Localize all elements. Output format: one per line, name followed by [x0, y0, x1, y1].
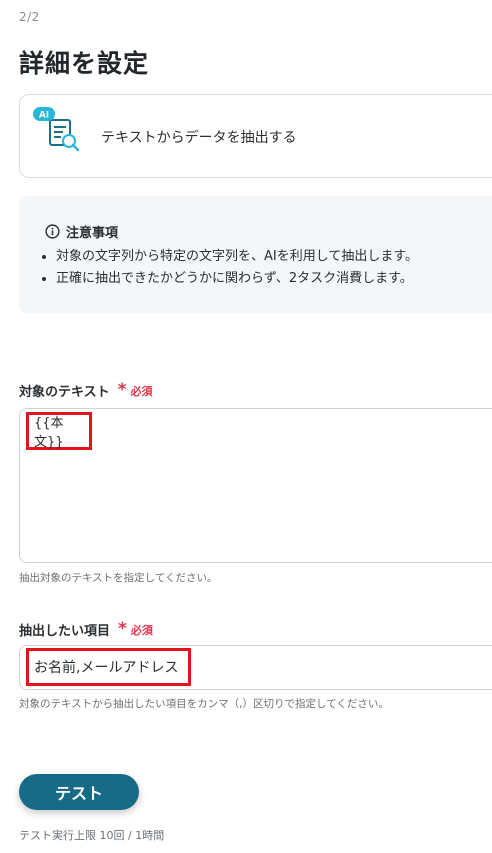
target-text-hint: 抽出対象のテキストを指定してください。: [19, 572, 218, 584]
action-label: テキストからデータを抽出する: [101, 130, 297, 146]
notice-list: 対象の文字列から特定の文字列を、AIを利用して抽出します。 正確に抽出できたかど…: [38, 246, 418, 290]
target-text-label-text: 対象のテキスト: [19, 385, 110, 400]
step-indicator: 2/2: [19, 10, 40, 24]
extract-items-hint: 対象のテキストから抽出したい項目をカンマ（,）区切りで指定してください。: [19, 698, 389, 710]
extract-items-value[interactable]: お名前,メールアドレス: [26, 648, 191, 686]
notice-title: 注意事項: [66, 226, 119, 241]
ai-document-search-icon: AI: [33, 107, 80, 152]
required-star: *: [118, 619, 127, 639]
page-title: 詳細を設定: [19, 49, 150, 78]
notice-item: 正確に抽出できたかどうかに関わらず、2タスク消費します。: [56, 268, 418, 290]
target-text-value[interactable]: {{本文}}: [26, 412, 92, 450]
ai-badge: AI: [39, 111, 49, 121]
target-text-label: 対象のテキスト * 必須: [19, 380, 153, 401]
extract-items-label: 抽出したい項目 * 必須: [19, 619, 153, 640]
required-badge: 必須: [130, 384, 153, 398]
test-button[interactable]: テスト: [19, 774, 139, 810]
test-limit-text: テスト実行上限 10回 / 1時間: [19, 829, 165, 842]
required-star: *: [117, 380, 127, 400]
notice-box: 注意事項 対象の文字列から特定の文字列を、AIを利用して抽出します。 正確に抽出…: [19, 196, 492, 314]
info-icon: [45, 224, 60, 239]
action-card[interactable]: AI テキストからデータを抽出する: [19, 94, 492, 178]
extract-items-label-text: 抽出したい項目: [19, 624, 111, 639]
notice-item: 対象の文字列から特定の文字列を、AIを利用して抽出します。: [56, 246, 418, 268]
required-badge: 必須: [130, 623, 153, 637]
notice-header: 注意事項: [45, 222, 118, 241]
